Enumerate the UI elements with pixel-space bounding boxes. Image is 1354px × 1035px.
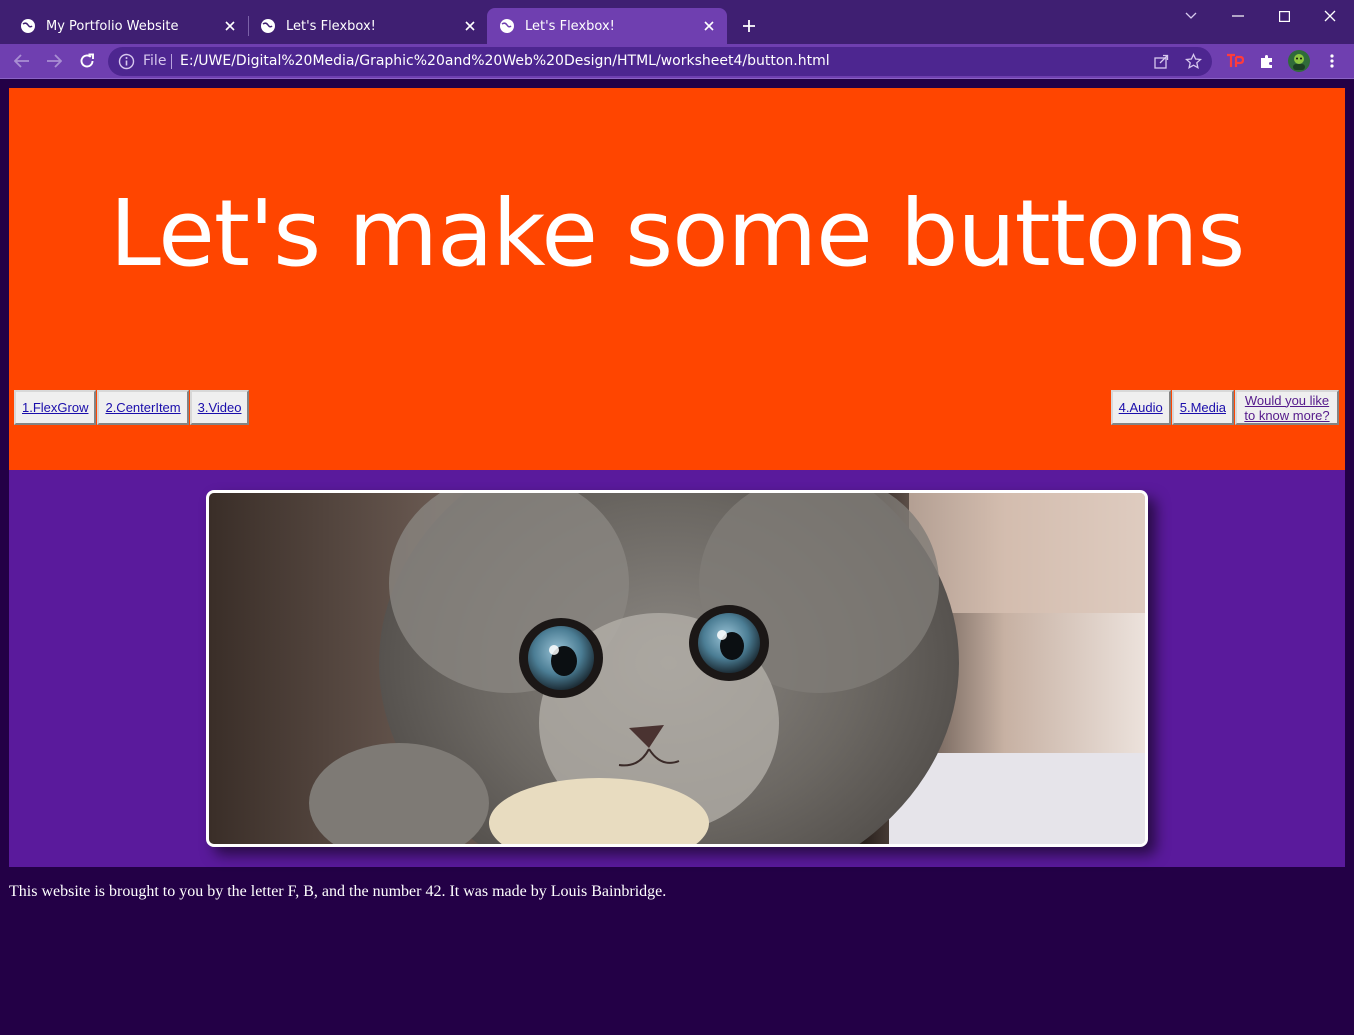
share-icon[interactable] (1153, 53, 1170, 70)
minimize-icon (1232, 15, 1244, 17)
centeritem-button[interactable]: 2.CenterItem (97, 390, 189, 425)
tab-my-portfolio[interactable]: My Portfolio Website (0, 8, 248, 44)
audio-link[interactable]: 4.Audio (1119, 400, 1163, 415)
puzzle-icon[interactable] (1257, 51, 1277, 71)
plus-icon (743, 20, 755, 32)
minimize-button[interactable] (1218, 4, 1258, 28)
audio-button[interactable]: 4.Audio (1110, 390, 1171, 425)
forward-button[interactable] (42, 50, 66, 72)
kebab-menu-icon[interactable] (1322, 51, 1342, 71)
close-icon (1324, 10, 1336, 22)
url-text[interactable]: E:/UWE/Digital%20Media/Graphic%20and%20W… (180, 53, 830, 69)
know-more-link[interactable]: Would you like to know more? (1243, 393, 1331, 423)
page-heading: Let's make some buttons (109, 180, 1246, 287)
media-section (9, 470, 1345, 867)
new-tab-button[interactable] (738, 15, 760, 37)
know-more-button[interactable]: Would you like to know more? (1235, 390, 1339, 425)
address-bar[interactable]: File E:/UWE/Digital%20Media/Graphic%20an… (108, 47, 1212, 76)
video-link[interactable]: 3.Video (198, 400, 242, 415)
toolbar-accent-line (0, 78, 1354, 79)
globe-icon (261, 19, 275, 33)
tab-lets-flexbox[interactable]: Let's Flexbox! (240, 8, 488, 44)
video-button[interactable]: 3.Video (189, 390, 250, 425)
reload-icon (80, 53, 94, 68)
hero-header: Let's make some buttons 1.FlexGrow 2.Cen… (9, 88, 1345, 470)
tab-title: Let's Flexbox! (525, 18, 615, 34)
globe-icon (500, 19, 514, 33)
nav-buttons-right: 4.Audio 5.Media Would you like to know m… (1110, 390, 1340, 425)
flexgrow-link[interactable]: 1.FlexGrow (22, 400, 88, 415)
tab-lets-flexbox-active[interactable]: Let's Flexbox! (487, 8, 727, 44)
tp-extension-icon[interactable] (1225, 51, 1245, 71)
back-button[interactable] (10, 50, 34, 72)
footer-text: This website is brought to you by the le… (9, 883, 667, 900)
tab-search-button[interactable] (1171, 4, 1211, 28)
kitten-photo (209, 493, 1145, 844)
media-link[interactable]: 5.Media (1180, 400, 1226, 415)
browser-toolbar: File E:/UWE/Digital%20Media/Graphic%20an… (0, 44, 1354, 78)
nav-buttons-left: 1.FlexGrow 2.CenterItem 3.Video (14, 390, 250, 425)
close-icon[interactable] (222, 18, 238, 34)
avatar[interactable] (1288, 50, 1310, 72)
back-arrow-icon (14, 54, 29, 68)
address-divider (171, 54, 172, 69)
star-icon[interactable] (1185, 53, 1202, 70)
forward-arrow-icon (47, 54, 62, 68)
reload-button[interactable] (75, 50, 99, 72)
kitten-image (206, 490, 1148, 847)
close-window-button[interactable] (1310, 4, 1350, 28)
tab-title: My Portfolio Website (46, 18, 179, 34)
scheme-label: File (143, 53, 167, 69)
close-icon[interactable] (462, 18, 478, 34)
globe-icon (21, 19, 35, 33)
info-icon[interactable] (118, 53, 135, 70)
maximize-button[interactable] (1264, 4, 1304, 28)
tab-title: Let's Flexbox! (286, 18, 376, 34)
media-button[interactable]: 5.Media (1171, 390, 1234, 425)
page-viewport: Let's make some buttons 1.FlexGrow 2.Cen… (0, 88, 1354, 1035)
centeritem-link[interactable]: 2.CenterItem (105, 400, 180, 415)
tab-strip: My Portfolio Website Let's Flexbox! Let'… (0, 0, 1354, 44)
chevron-down-icon (1185, 12, 1197, 19)
maximize-icon (1278, 10, 1290, 22)
flexgrow-button[interactable]: 1.FlexGrow (14, 390, 97, 425)
toolbar-bottom-border (0, 78, 1354, 88)
close-icon[interactable] (701, 18, 717, 34)
